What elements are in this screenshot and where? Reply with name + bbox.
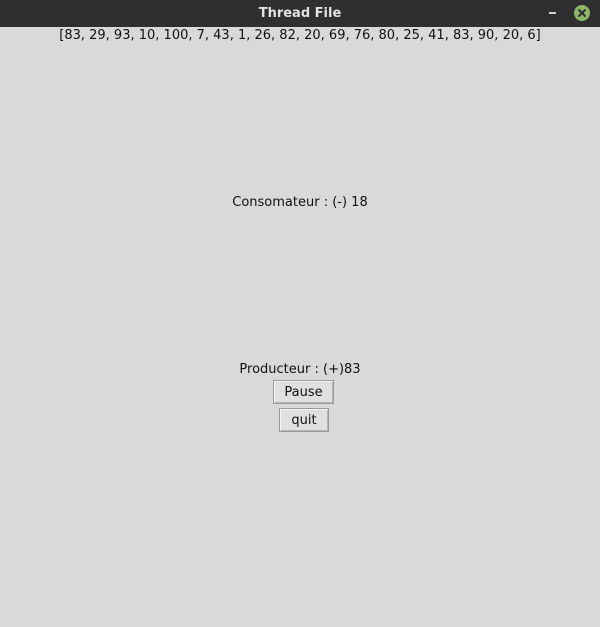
consumer-status-label: Consomateur : (-) 18	[232, 195, 368, 210]
pause-button[interactable]: Pause	[273, 380, 334, 404]
quit-button[interactable]: quit	[279, 408, 329, 432]
close-glyph	[578, 9, 586, 17]
minimize-icon[interactable]	[545, 6, 561, 20]
producer-status-label: Producteur : (+)83	[239, 362, 361, 377]
app-window: Thread File [83, 29, 93, 10, 100, 7, 43,…	[0, 0, 600, 627]
title-bar[interactable]: Thread File	[0, 0, 600, 27]
queue-list-label: [83, 29, 93, 10, 100, 7, 43, 1, 26, 82, …	[59, 28, 541, 43]
minimize-bar	[549, 12, 556, 14]
close-icon[interactable]	[574, 5, 590, 21]
window-title: Thread File	[258, 6, 342, 21]
